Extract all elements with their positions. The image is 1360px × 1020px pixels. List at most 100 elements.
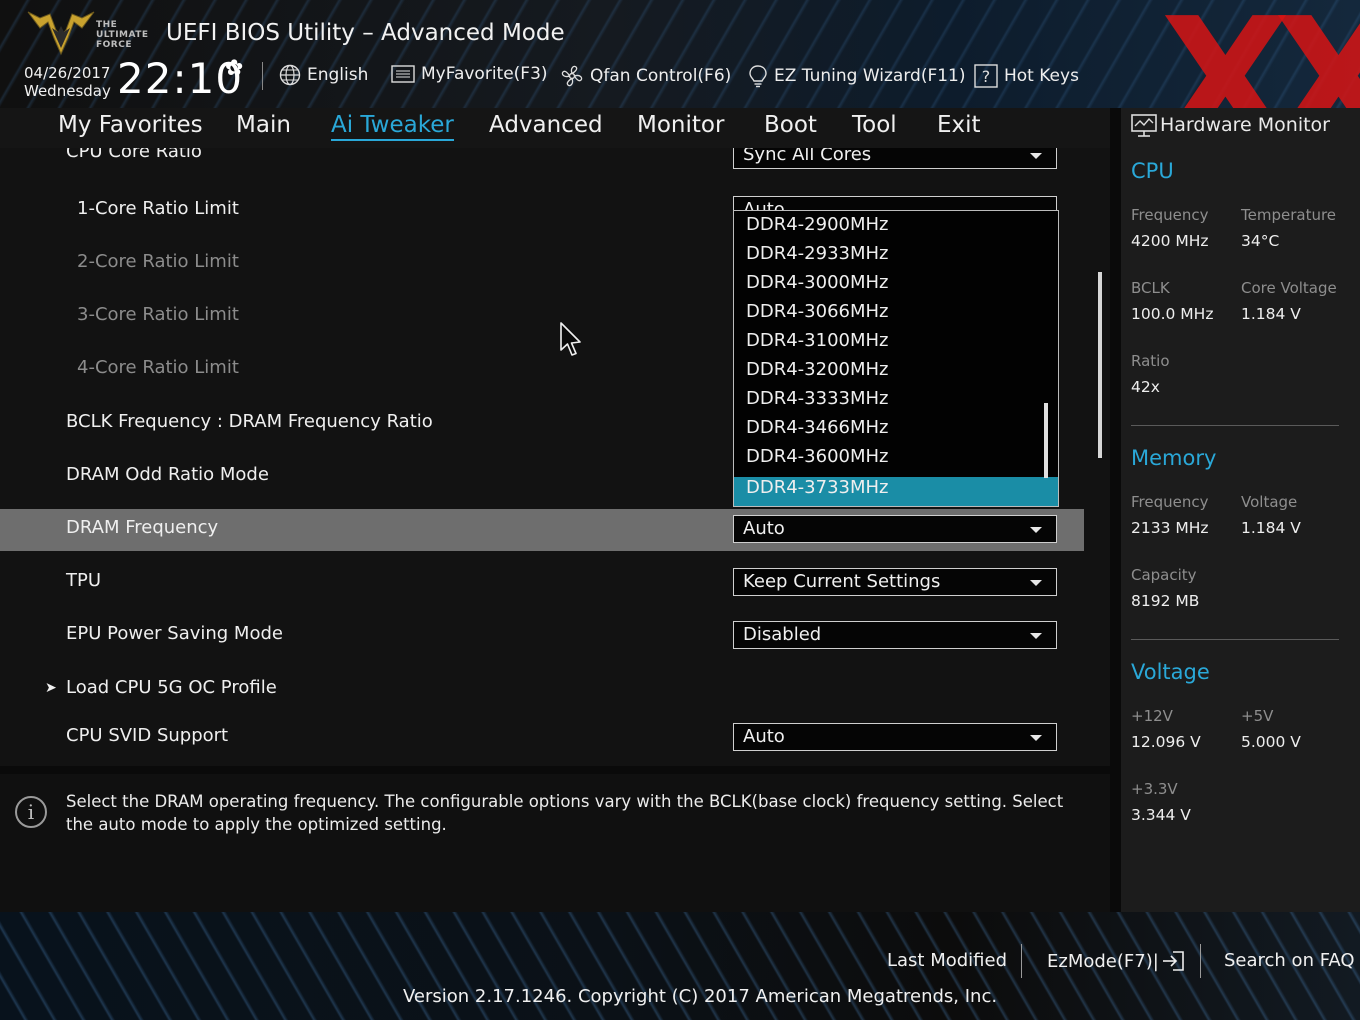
dram-frequency-label: DRAM Frequency bbox=[66, 517, 219, 538]
monitor-icon bbox=[1131, 114, 1157, 137]
mouse-pointer-icon bbox=[560, 322, 581, 356]
dram-frequency-dropdown[interactable]: Auto bbox=[733, 515, 1057, 543]
app-title: UEFI BIOS Utility – Advanced Mode bbox=[166, 20, 565, 46]
myfavorite-label: MyFavorite(F3) bbox=[421, 64, 548, 84]
option-ddr4-3466[interactable]: DDR4-3466MHz bbox=[746, 417, 889, 438]
load-cpu-5g-oc-profile-link[interactable]: Load CPU 5G OC Profile bbox=[66, 677, 277, 698]
chevron-down-icon bbox=[1030, 527, 1042, 533]
ezmode-button[interactable]: EzMode(F7)| bbox=[1047, 950, 1185, 972]
myfavorite-button[interactable]: MyFavorite(F3) bbox=[391, 64, 548, 84]
cpu-temperature-value: 34°C bbox=[1241, 232, 1280, 250]
hot-keys-label: Hot Keys bbox=[1004, 66, 1079, 86]
core2-ratio-label: 2-Core Ratio Limit bbox=[77, 251, 239, 272]
tpu-value: Keep Current Settings bbox=[743, 571, 941, 592]
epu-value: Disabled bbox=[743, 624, 822, 645]
tpu-dropdown[interactable]: Keep Current Settings bbox=[733, 568, 1057, 596]
option-ddr4-3733-highlighted[interactable]: DDR4-3733MHz bbox=[734, 477, 1058, 506]
ratio-value: 42x bbox=[1131, 378, 1160, 396]
core-voltage-label: Core Voltage bbox=[1241, 279, 1337, 297]
option-ddr4-3000[interactable]: DDR4-3000MHz bbox=[746, 272, 889, 293]
language-button[interactable]: English bbox=[279, 64, 368, 86]
cpu-core-ratio-label: CPU Core Ratio bbox=[66, 148, 202, 162]
core-voltage-value: 1.184 V bbox=[1241, 305, 1301, 323]
language-label: English bbox=[307, 65, 369, 85]
option-ddr4-3100[interactable]: DDR4-3100MHz bbox=[746, 330, 889, 351]
settings-scrollbar[interactable] bbox=[1098, 272, 1102, 458]
question-box-icon: ? bbox=[974, 64, 998, 88]
bclk-dram-ratio-label[interactable]: BCLK Frequency : DRAM Frequency Ratio bbox=[66, 411, 433, 432]
tab-main[interactable]: Main bbox=[236, 112, 291, 138]
qfan-label: Qfan Control(F6) bbox=[590, 66, 732, 86]
cpu-core-ratio-row[interactable]: CPU Core Ratio Sync All Cores bbox=[0, 148, 1084, 172]
cpu-temperature-label: Temperature bbox=[1241, 206, 1337, 224]
bclk-value: 100.0 MHz bbox=[1131, 305, 1214, 323]
cpu-svid-value: Auto bbox=[743, 726, 785, 747]
logo-text: THE ULTIMATE FORCE bbox=[96, 20, 149, 50]
option-ddr4-3600[interactable]: DDR4-3600MHz bbox=[746, 446, 889, 467]
last-modified-button[interactable]: Last Modified bbox=[887, 950, 1007, 971]
options-scrollbar[interactable] bbox=[1044, 403, 1048, 478]
footer-divider bbox=[1200, 944, 1201, 978]
core1-ratio-dropdown[interactable]: Auto bbox=[733, 196, 1059, 210]
core4-ratio-label: 4-Core Ratio Limit bbox=[77, 357, 239, 378]
lightbulb-icon bbox=[749, 65, 767, 88]
cpu-heading: CPU bbox=[1131, 159, 1174, 183]
cpu-svid-dropdown[interactable]: Auto bbox=[733, 723, 1057, 751]
cpu-core-ratio-value: Sync All Cores bbox=[743, 148, 872, 165]
memory-voltage-label: Voltage bbox=[1241, 493, 1298, 511]
tab-boot[interactable]: Boot bbox=[764, 112, 817, 138]
tab-exit[interactable]: Exit bbox=[937, 112, 981, 138]
chevron-right-icon: ➤ bbox=[45, 680, 57, 696]
ez-tuning-wizard-button[interactable]: EZ Tuning Wizard(F11) bbox=[748, 64, 966, 88]
tuf-logo-icon bbox=[27, 11, 95, 56]
clock-settings-gear-icon[interactable]: ✿ bbox=[225, 56, 243, 81]
v5-value: 5.000 V bbox=[1241, 733, 1301, 751]
option-ddr4-2933[interactable]: DDR4-2933MHz bbox=[746, 243, 889, 264]
dram-odd-ratio-label[interactable]: DRAM Odd Ratio Mode bbox=[66, 464, 269, 485]
core1-ratio-value: Auto bbox=[743, 199, 785, 210]
hw-divider bbox=[1131, 425, 1339, 426]
hot-keys-button[interactable]: ? Hot Keys bbox=[974, 64, 1079, 88]
v33-label: +3.3V bbox=[1131, 780, 1178, 798]
date-text: 04/26/2017 bbox=[24, 64, 111, 82]
svg-text:?: ? bbox=[982, 67, 991, 86]
dram-frequency-value: Auto bbox=[743, 518, 785, 539]
tab-ai-tweaker[interactable]: Ai Tweaker bbox=[331, 112, 454, 141]
tab-advanced[interactable]: Advanced bbox=[489, 112, 603, 138]
help-text: Select the DRAM operating frequency. The… bbox=[66, 792, 1064, 834]
v5-label: +5V bbox=[1241, 707, 1274, 725]
chevron-down-icon bbox=[1030, 735, 1042, 741]
ezmode-label: EzMode(F7)| bbox=[1047, 950, 1159, 972]
memory-voltage-value: 1.184 V bbox=[1241, 519, 1301, 537]
cpu-core-ratio-dropdown[interactable]: Sync All Cores bbox=[733, 148, 1057, 169]
cpu-svid-label: CPU SVID Support bbox=[66, 725, 229, 746]
tab-tool[interactable]: Tool bbox=[852, 112, 897, 138]
date-display: 04/26/2017 Wednesday bbox=[24, 64, 111, 100]
chevron-down-icon bbox=[1030, 153, 1042, 159]
option-ddr4-2900[interactable]: DDR4-2900MHz bbox=[746, 214, 889, 235]
tab-monitor[interactable]: Monitor bbox=[637, 112, 724, 138]
qfan-control-button[interactable]: Qfan Control(F6) bbox=[560, 64, 731, 88]
tab-my-favorites[interactable]: My Favorites bbox=[58, 112, 203, 138]
option-ddr4-3200[interactable]: DDR4-3200MHz bbox=[746, 359, 889, 380]
epu-dropdown[interactable]: Disabled bbox=[733, 621, 1057, 649]
capacity-value: 8192 MB bbox=[1131, 592, 1200, 610]
v12-label: +12V bbox=[1131, 707, 1173, 725]
search-on-faq-button[interactable]: Search on FAQ bbox=[1224, 950, 1355, 971]
option-ddr4-3066[interactable]: DDR4-3066MHz bbox=[746, 301, 889, 322]
memory-frequency-value: 2133 MHz bbox=[1131, 519, 1209, 537]
cpu-frequency-label: Frequency bbox=[1131, 206, 1209, 224]
bclk-label: BCLK bbox=[1131, 279, 1170, 297]
core1-ratio-label[interactable]: 1-Core Ratio Limit bbox=[77, 198, 239, 219]
option-ddr4-3333[interactable]: DDR4-3333MHz bbox=[746, 388, 889, 409]
footer-divider bbox=[1021, 944, 1022, 978]
ez-tuning-label: EZ Tuning Wizard(F11) bbox=[774, 66, 966, 86]
exit-arrow-icon bbox=[1162, 951, 1184, 971]
capacity-label: Capacity bbox=[1131, 566, 1197, 584]
version-text: Version 2.17.1246. Copyright (C) 2017 Am… bbox=[403, 986, 998, 1007]
memory-heading: Memory bbox=[1131, 446, 1217, 470]
tpu-label: TPU bbox=[66, 570, 102, 591]
v33-value: 3.344 V bbox=[1131, 806, 1191, 824]
dram-frequency-options-list: DDR4-2900MHz DDR4-2933MHz DDR4-3000MHz D… bbox=[733, 210, 1059, 507]
fan-icon bbox=[561, 65, 583, 87]
